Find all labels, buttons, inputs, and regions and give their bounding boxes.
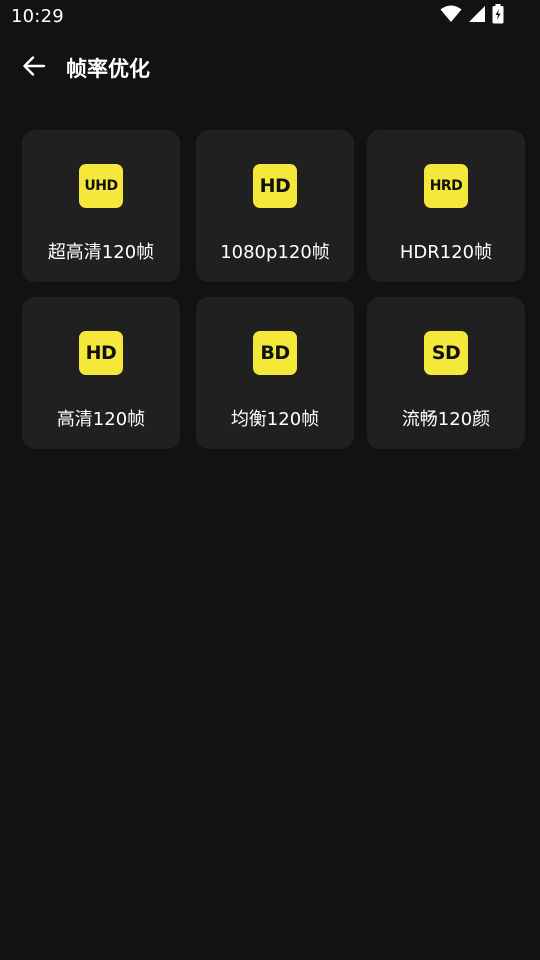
app-bar: 帧率优化 — [0, 40, 540, 96]
status-bar: 10:29 — [0, 0, 540, 34]
battery-charging-icon — [492, 4, 504, 28]
hrd-badge-icon: HRD — [424, 164, 468, 208]
option-label: 1080p120帧 — [220, 242, 330, 263]
option-label: 流畅120颜 — [401, 409, 491, 430]
uhd-badge-icon: UHD — [79, 164, 123, 208]
option-card-hd[interactable]: HD 高清120帧 — [22, 297, 180, 449]
bd-badge-icon: BD — [253, 331, 297, 375]
wifi-icon — [440, 5, 462, 27]
hd-badge-icon: HD — [79, 331, 123, 375]
option-label: 均衡120帧 — [230, 409, 320, 430]
option-card-hdr[interactable]: HRD HDR120帧 — [367, 130, 525, 282]
signal-icon — [468, 5, 486, 27]
option-card-smooth[interactable]: SD 流畅120颜 — [367, 297, 525, 449]
status-icons — [440, 4, 504, 28]
option-label: 超高清120帧 — [47, 242, 155, 263]
sd-badge-icon: SD — [424, 331, 468, 375]
status-time: 10:29 — [11, 6, 64, 27]
option-label: HDR120帧 — [399, 242, 493, 263]
hd-badge-icon: HD — [253, 164, 297, 208]
option-card-balanced[interactable]: BD 均衡120帧 — [196, 297, 354, 449]
arrow-left-icon — [21, 53, 47, 83]
page-title: 帧率优化 — [66, 57, 150, 81]
option-card-uhd[interactable]: UHD 超高清120帧 — [22, 130, 180, 282]
back-button[interactable] — [16, 50, 52, 86]
option-card-1080p[interactable]: HD 1080p120帧 — [196, 130, 354, 282]
option-label: 高清120帧 — [56, 409, 146, 430]
